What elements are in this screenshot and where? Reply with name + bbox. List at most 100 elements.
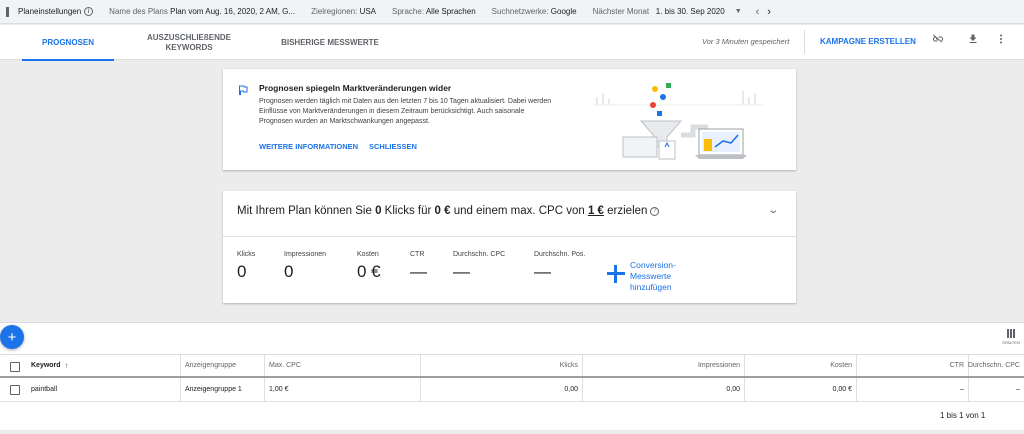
columns-label: SPALTEN [1002, 340, 1020, 345]
cell-avg-cpc: – [968, 378, 1024, 401]
header-clicks[interactable]: Klicks [420, 355, 582, 376]
plus-icon: + [7, 328, 17, 346]
plan-name-label: Name des Plans [109, 7, 168, 16]
metric-value: — [534, 262, 551, 281]
header-keyword[interactable]: Keyword ↑ [27, 355, 180, 376]
period-value: 1. bis 30. Sep 2020 [655, 7, 725, 16]
header-impressions[interactable]: Impressionen [582, 355, 744, 376]
select-all-checkbox[interactable] [10, 362, 20, 372]
info-card-body: Prognosen werden täglich mit Daten aus d… [259, 98, 552, 125]
pagination-text: 1 bis 1 von 1 [940, 411, 986, 420]
tab-historical-metrics[interactable]: BISHERIGE MESSWERTE [270, 25, 390, 60]
handle-icon [5, 6, 9, 17]
add-conversion-metrics-link[interactable]: Conversion-Messwerte hinzufügen [630, 260, 700, 293]
network-value: Google [550, 7, 577, 16]
metric-avg-cpc: Durchschn. CPC — [453, 251, 505, 282]
page-footer-gap [0, 430, 1024, 434]
metric-avg-pos: Durchschn. Pos. — [534, 251, 585, 282]
header-ctr[interactable]: CTR [856, 355, 968, 376]
row-checkbox[interactable] [10, 385, 20, 395]
plan-name-value: Plan vom Aug. 16, 2020, 2 AM, G... [170, 7, 296, 16]
divider [223, 236, 796, 237]
cell-cost: 0,00 € [744, 378, 856, 401]
cell-keyword[interactable]: paintball [27, 378, 180, 401]
headline-cost: 0 € [434, 205, 451, 217]
plan-settings-toggle[interactable]: Planeinstellungen i [18, 7, 94, 16]
collapse-handle[interactable] [0, 0, 14, 24]
plus-icon[interactable] [607, 265, 625, 283]
cell-ctr: – [856, 378, 968, 401]
header-max-cpc[interactable]: Max. CPC [264, 355, 420, 376]
plan-settings-bar: Planeinstellungen i Name des Plans Plan … [0, 0, 1024, 24]
tab-label: BISHERIGE MESSWERTE [281, 37, 379, 47]
more-info-link[interactable]: WEITERE INFORMATIONEN [259, 142, 358, 151]
language-setting[interactable]: Sprache: Alle Sprachen [392, 7, 476, 16]
header-ad-group[interactable]: Anzeigengruppe [180, 355, 264, 376]
tab-label: PROGNOSEN [41, 37, 94, 47]
header-cost[interactable]: Kosten [744, 355, 856, 376]
more-vert-icon[interactable] [996, 33, 1006, 48]
metric-label: CTR [410, 251, 425, 258]
plan-settings-label: Planeinstellungen [18, 7, 82, 16]
metric-impressions: Impressionen 0 [284, 251, 326, 282]
header-label: Keyword [31, 362, 61, 369]
help-icon[interactable]: ? [650, 206, 660, 216]
download-icon[interactable] [967, 33, 979, 48]
divider [804, 30, 805, 54]
forecast-headline: Mit Ihrem Plan können Sie 0 Klicks für 0… [237, 205, 660, 217]
period-label: Nächster Monat [592, 7, 650, 16]
metric-value: — [453, 262, 470, 281]
metric-value: 0 [237, 262, 247, 281]
metric-value: — [410, 262, 427, 281]
metric-cost: Kosten 0 € [357, 251, 381, 282]
cell-max-cpc[interactable]: 1,00 € [264, 378, 420, 401]
cell-impressions: 0,00 [582, 378, 744, 401]
network-label: Suchnetzwerke: [491, 7, 549, 16]
header-avg-cpc[interactable]: Durchschn. CPC [968, 355, 1024, 376]
metric-value: 0 € [357, 262, 381, 281]
table-header: Keyword ↑ Anzeigengruppe Max. CPC Klicks… [0, 354, 1024, 378]
language-label: Sprache: [392, 7, 425, 16]
metric-label: Klicks [237, 251, 256, 258]
cell-clicks: 0,00 [420, 378, 582, 401]
forecast-illustration [593, 75, 763, 165]
language-value: Alle Sprachen [425, 7, 476, 16]
regions-value: USA [359, 7, 377, 16]
dropdown-arrow-icon[interactable]: ▼ [735, 8, 742, 15]
chevron-left-icon[interactable]: ‹ [756, 6, 760, 18]
regions-setting[interactable]: Zielregionen: USA [311, 7, 376, 16]
tab-forecasts[interactable]: PROGNOSEN [22, 25, 114, 61]
forecast-summary-card: Mit Ihrem Plan können Sie 0 Klicks für 0… [223, 191, 796, 303]
add-keyword-button[interactable]: + [0, 325, 24, 349]
headline-text: und einem max. CPC von [450, 205, 588, 217]
max-cpc-editable[interactable]: 1 € [588, 205, 604, 217]
headline-text: Mit Ihrem Plan können Sie [237, 205, 376, 217]
metric-ctr: CTR — [410, 251, 427, 282]
info-card-title: Prognosen spiegeln Marktveränderungen wi… [259, 83, 452, 93]
columns-button[interactable]: SPALTEN [1001, 329, 1021, 345]
metric-label: Impressionen [284, 251, 327, 258]
tab-label: AUSZUSCHLIEßENDE KEYWORDS [146, 32, 231, 52]
columns-icon [1001, 329, 1021, 338]
period-setting[interactable]: Nächster Monat 1. bis 30. Sep 2020 [593, 7, 725, 16]
headline-text: erzielen [603, 205, 648, 217]
info-icon[interactable]: i [84, 7, 94, 16]
flag-icon [237, 83, 249, 95]
sort-arrow-up-icon: ↑ [64, 361, 69, 370]
chevron-right-icon[interactable]: › [767, 6, 771, 18]
create-campaign-button[interactable]: KAMPAGNE ERSTELLEN [820, 37, 916, 46]
plan-name-setting[interactable]: Name des Plans Plan vom Aug. 16, 2020, 2… [109, 7, 295, 16]
headline-text: Klicks für [381, 205, 435, 217]
tab-negative-keywords[interactable]: AUSZUSCHLIEßENDE KEYWORDS [142, 25, 236, 60]
metric-label: Durchschn. CPC [453, 251, 506, 258]
metric-label: Durchschn. Pos. [534, 251, 586, 258]
unlink-icon[interactable] [932, 33, 944, 48]
table-row: paintball Anzeigengruppe 1 1,00 € 0,00 0… [0, 378, 1024, 402]
chevron-down-icon[interactable]: ⌄ [767, 205, 779, 216]
metric-value: 0 [284, 262, 294, 281]
metric-clicks: Klicks 0 [237, 251, 255, 282]
cell-ad-group[interactable]: Anzeigengruppe 1 [180, 378, 264, 401]
network-setting[interactable]: Suchnetzwerke: Google [492, 7, 577, 16]
close-link[interactable]: SCHLIESSEN [369, 142, 417, 151]
regions-label: Zielregionen: [311, 7, 358, 16]
